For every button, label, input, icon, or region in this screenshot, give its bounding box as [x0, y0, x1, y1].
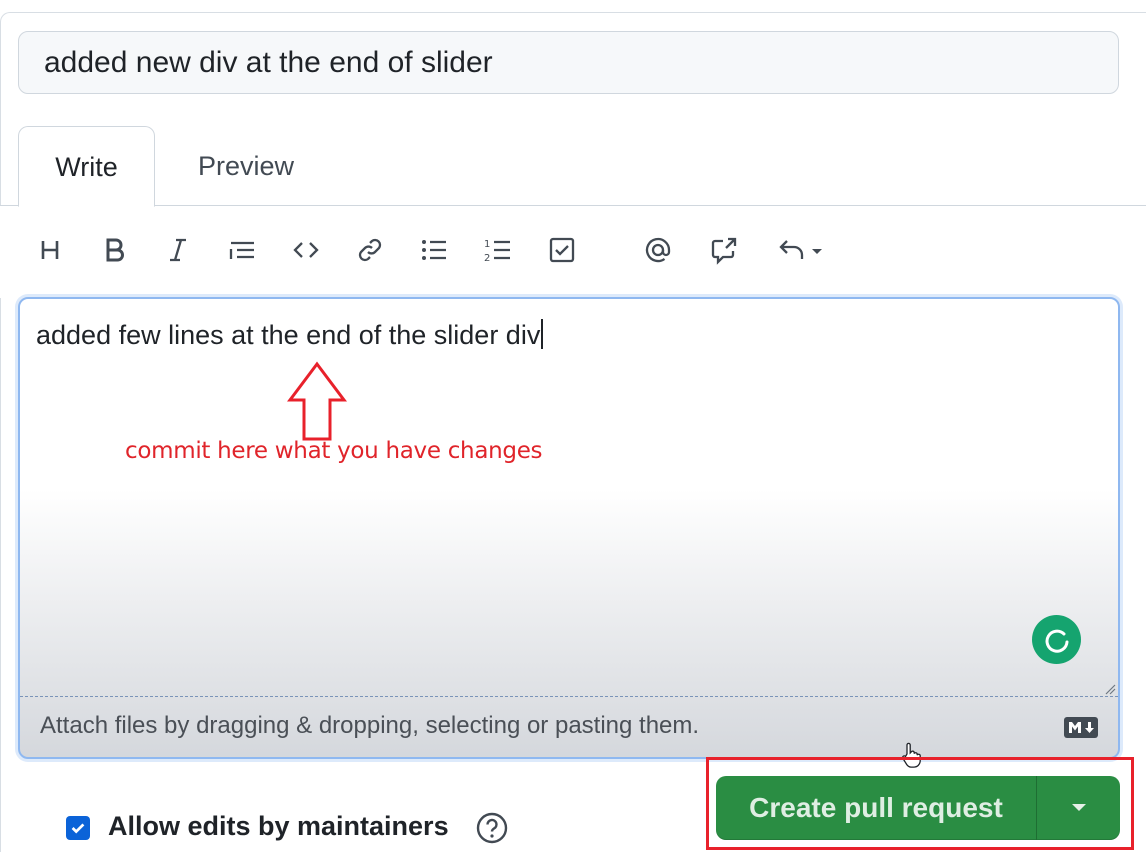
markdown-icon [1064, 717, 1098, 738]
heading-icon[interactable] [30, 230, 70, 270]
create-pr-dropdown-button[interactable] [1037, 776, 1120, 840]
comment-text: added few lines at the end of the slider… [36, 319, 544, 351]
grammarly-icon[interactable] [1032, 615, 1081, 664]
svg-text:1: 1 [484, 239, 490, 250]
resize-handle-icon[interactable] [1104, 683, 1116, 695]
bold-icon[interactable] [94, 230, 134, 270]
svg-text:2: 2 [484, 253, 490, 264]
undo-icon[interactable] [770, 230, 830, 270]
annotation-text: commit here what you have changes [125, 438, 543, 464]
attach-divider [20, 696, 1118, 697]
unordered-list-icon[interactable] [414, 230, 454, 270]
help-icon[interactable] [476, 812, 508, 844]
link-icon[interactable] [350, 230, 390, 270]
reference-icon[interactable] [704, 230, 744, 270]
quote-icon[interactable] [222, 230, 262, 270]
task-list-icon[interactable] [542, 230, 582, 270]
code-icon[interactable] [286, 230, 326, 270]
markdown-toolbar: 12 [0, 222, 1146, 278]
ordered-list-icon[interactable]: 12 [478, 230, 518, 270]
attach-files-hint[interactable]: Attach files by dragging & dropping, sel… [40, 712, 699, 740]
tab-preview[interactable]: Preview [166, 126, 326, 206]
checkmark-icon [71, 823, 85, 834]
italic-icon[interactable] [158, 230, 198, 270]
allow-edits-label[interactable]: Allow edits by maintainers [108, 811, 449, 842]
chevron-down-icon [1071, 804, 1086, 811]
mention-icon[interactable] [638, 230, 678, 270]
create-pull-request-button-group: Create pull request [716, 776, 1120, 840]
tab-write[interactable]: Write [18, 126, 155, 207]
create-pull-request-button[interactable]: Create pull request [716, 776, 1036, 840]
comment-textarea[interactable]: added few lines at the end of the slider… [18, 297, 1120, 759]
annotation-arrow-icon [287, 361, 347, 441]
pr-title-input[interactable]: added new div at the end of slider [18, 31, 1119, 94]
allow-edits-checkbox[interactable] [66, 816, 90, 840]
